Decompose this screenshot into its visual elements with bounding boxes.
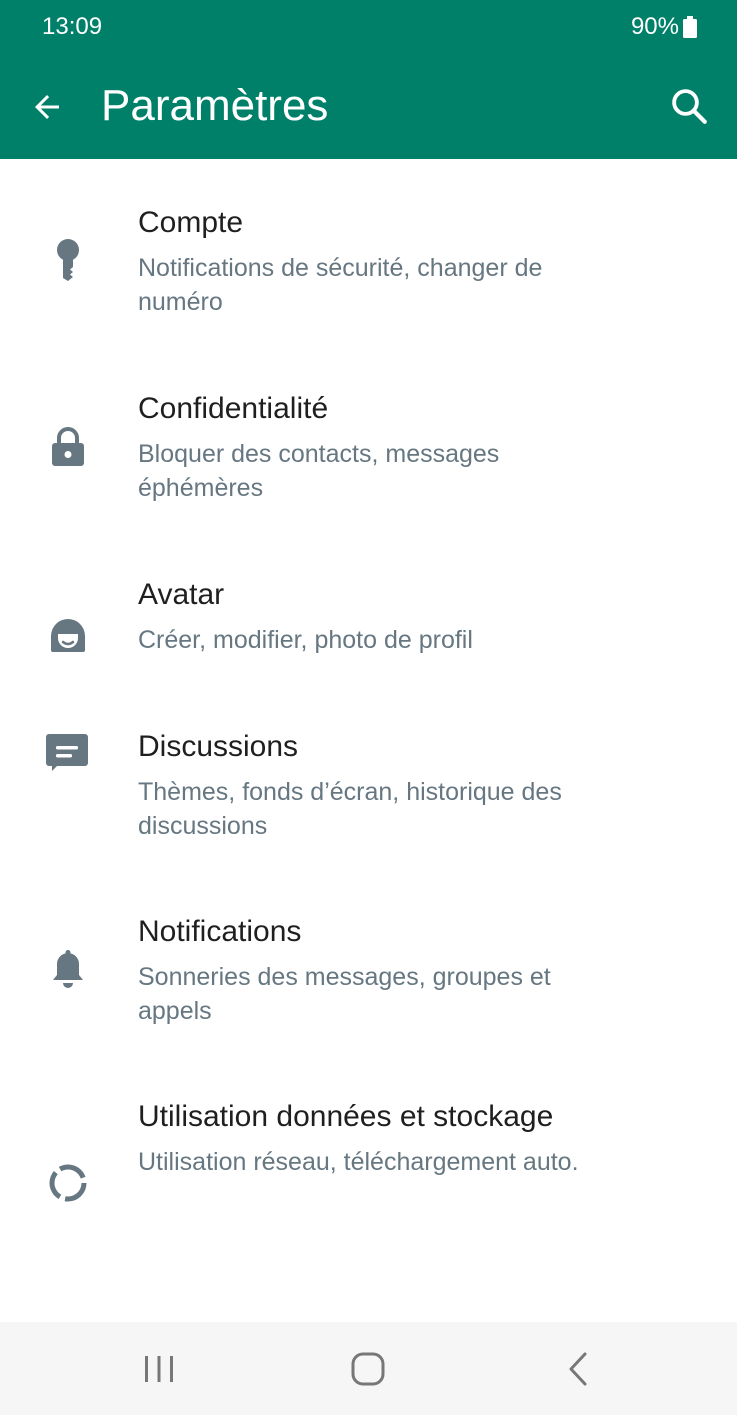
data-usage-icon: [49, 1164, 87, 1202]
item-subtitle: Sonneries des messages, groupes et appel…: [138, 963, 551, 1025]
avatar-icon: [51, 619, 85, 652]
back-button[interactable]: [22, 82, 72, 132]
item-title: Avatar: [138, 578, 225, 611]
item-icon: [42, 421, 94, 473]
setting-item-discussions[interactable]: Discussions Thèmes, fonds d’écran, histo…: [0, 683, 737, 868]
search-button[interactable]: [663, 80, 715, 132]
setting-item-notifications[interactable]: Notifications Sonneries des messages, gr…: [0, 868, 737, 1053]
item-subtitle: Créer, modifier, photo de profil: [138, 626, 473, 654]
item-title: Confidentialité: [138, 392, 329, 425]
system-nav-bar: [0, 1322, 737, 1415]
item-subtitle: Notifications de sécurité, changer de nu…: [138, 254, 543, 316]
item-icon: [42, 608, 94, 660]
battery-icon: [683, 16, 697, 38]
nav-back-button[interactable]: [548, 1342, 608, 1396]
item-subtitle: Thèmes, fonds d’écran, historique des di…: [138, 778, 562, 840]
item-icon: [42, 943, 94, 995]
home-icon: [351, 1352, 385, 1386]
recent-apps-icon: [145, 1356, 173, 1382]
recent-apps-button[interactable]: [129, 1342, 189, 1396]
battery-percentage: 90%: [630, 13, 679, 40]
setting-item-compte[interactable]: Compte Notifications de sécurité, change…: [0, 159, 737, 345]
page-title: Paramètres: [101, 81, 329, 130]
status-time: 13:09: [42, 13, 103, 40]
key-icon: [57, 239, 79, 281]
chat-icon: [46, 734, 88, 771]
lock-icon: [52, 427, 84, 466]
item-title: Compte: [138, 206, 244, 239]
item-subtitle: Bloquer des contacts, messages éphémères: [138, 440, 500, 502]
item-icon: [42, 1157, 94, 1209]
settings-list: Compte Notifications de sécurité, change…: [0, 159, 737, 1283]
item-icon: [42, 727, 94, 779]
bell-icon: [53, 950, 83, 988]
status-battery: 90%: [631, 12, 697, 42]
home-button[interactable]: [338, 1342, 398, 1396]
item-title: Discussions: [138, 730, 299, 763]
app-bar: 13:09 90% Paramètres: [0, 0, 737, 159]
search-icon: [672, 89, 707, 124]
item-subtitle: Utilisation réseau, téléchargement auto.: [138, 1148, 579, 1176]
setting-item-stockage[interactable]: Utilisation données et stockage Utilisat…: [0, 1053, 737, 1283]
back-icon: [569, 1352, 587, 1386]
item-title: Notifications: [138, 915, 302, 948]
setting-item-avatar[interactable]: Avatar Créer, modifier, photo de profil: [0, 531, 737, 683]
arrow-left-icon: [35, 95, 59, 119]
item-title: Utilisation données et stockage: [138, 1100, 554, 1133]
item-icon: [42, 235, 94, 287]
setting-item-confidentialite[interactable]: Confidentialité Bloquer des contacts, me…: [0, 345, 737, 531]
